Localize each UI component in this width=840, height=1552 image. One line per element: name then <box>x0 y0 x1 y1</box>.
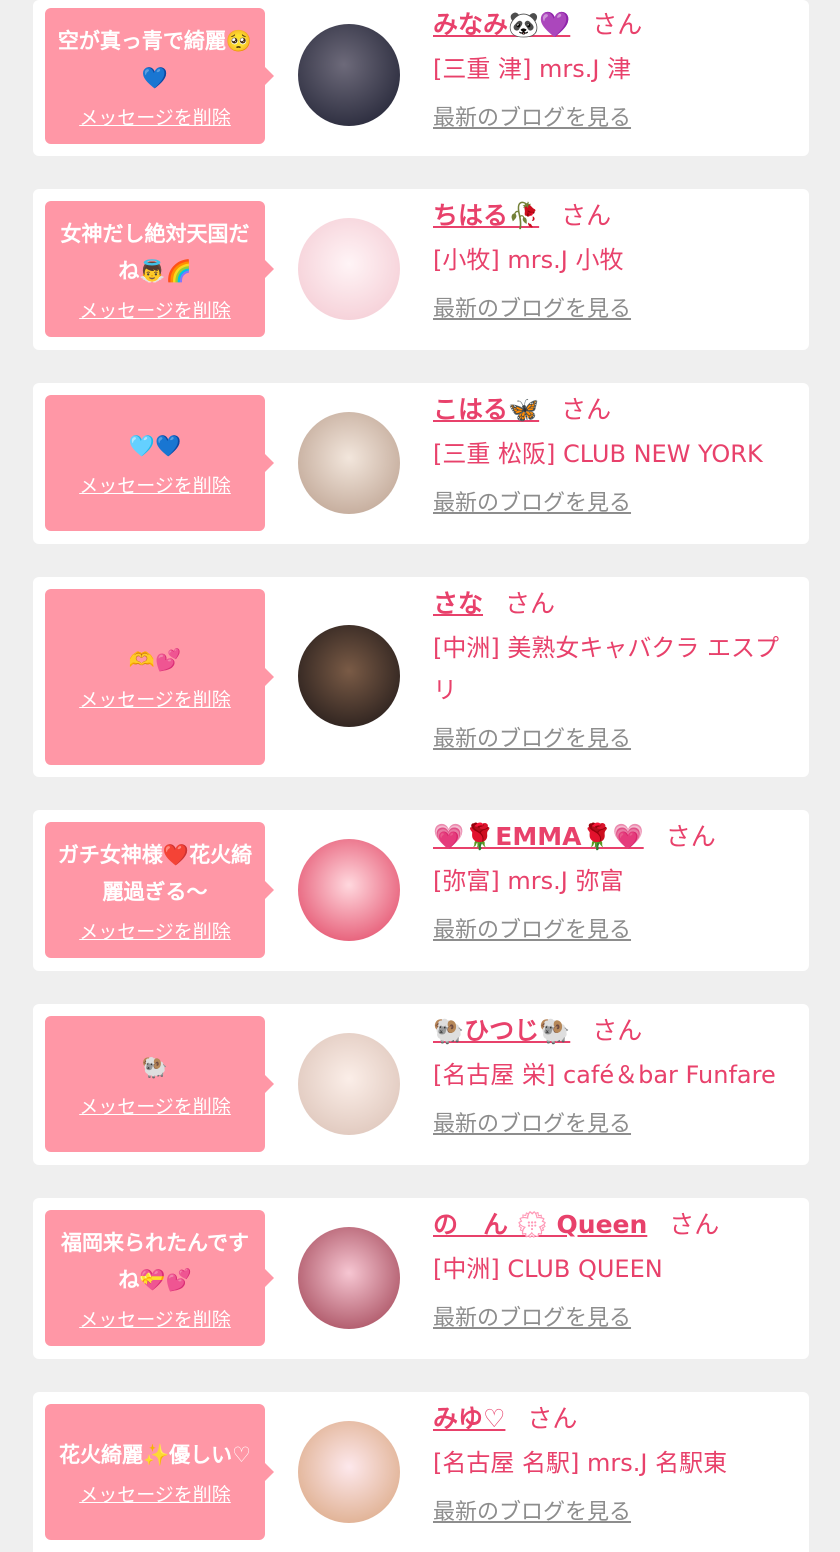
list-item: 女神だし絶対天国だね👼🌈 メッセージを削除 ちはる🥀 さん [小牧] mrs.J … <box>33 189 809 350</box>
list-item: 🩵💙 メッセージを削除 こはる🦋 さん [三重 松阪] CLUB NEW YORK… <box>33 383 809 544</box>
honorific: さん <box>665 822 716 851</box>
honorific: さん <box>527 1404 578 1433</box>
message-text: 女神だし絶対天国だね👼🌈 <box>60 221 250 283</box>
avatar[interactable] <box>298 1421 400 1523</box>
honorific: さん <box>561 395 612 424</box>
shop-name: [名古屋 名駅] mrs.J 名駅東 <box>433 1449 728 1477</box>
avatar[interactable] <box>298 1033 400 1135</box>
message-bubble: 福岡来られたんですね💝💕 メッセージを削除 <box>45 1210 274 1346</box>
list-item: ガチ女神様❤️花火綺麗過ぎる〜 メッセージを削除 💗🌹EMMA🌹💗 さん [弥富]… <box>33 810 809 971</box>
list-item: 🐏 メッセージを削除 🐏ひつじ🐏 さん [名古屋 栄] café＆bar Funf… <box>33 1004 809 1165</box>
cast-name-link[interactable]: 💗🌹EMMA🌹💗 <box>433 822 644 851</box>
message-bubble: 🫶💕 メッセージを削除 <box>45 589 274 765</box>
list-item: 🫶💕 メッセージを削除 さな さん [中洲] 美熟女キャバクラ エスプリ 最新のブ… <box>33 577 809 777</box>
delete-message-button[interactable]: メッセージを削除 <box>79 1305 231 1332</box>
latest-blog-link[interactable]: 最新のブログを見る <box>433 912 631 944</box>
message-text: ガチ女神様❤️花火綺麗過ぎる〜 <box>57 842 253 904</box>
honorific: さん <box>669 1210 720 1239</box>
list-item: 空が真っ青で綺麗🥺💙 メッセージを削除 みなみ🐼💜 さん [三重 津] mrs.J… <box>33 0 809 156</box>
latest-blog-link[interactable]: 最新のブログを見る <box>433 100 631 132</box>
cast-name-link[interactable]: こはる🦋 <box>433 395 539 424</box>
avatar[interactable] <box>298 625 400 727</box>
cast-name-link[interactable]: の ん 💮 Queen <box>433 1210 647 1239</box>
message-bubble: ガチ女神様❤️花火綺麗過ぎる〜 メッセージを削除 <box>45 822 274 958</box>
message-bubble: 🐏 メッセージを削除 <box>45 1016 274 1152</box>
delete-message-button[interactable]: メッセージを削除 <box>79 917 231 944</box>
cast-name-link[interactable]: 🐏ひつじ🐏 <box>433 1016 570 1045</box>
cast-name-link[interactable]: さな <box>433 589 483 618</box>
message-text: 🩵💙 <box>128 434 182 458</box>
avatar[interactable] <box>298 1227 400 1329</box>
shop-name: [名古屋 栄] café＆bar Funfare <box>433 1061 776 1089</box>
avatar[interactable] <box>298 412 400 514</box>
latest-blog-link[interactable]: 最新のブログを見る <box>433 1300 631 1332</box>
honorific: さん <box>592 10 643 39</box>
latest-blog-link[interactable]: 最新のブログを見る <box>433 1494 631 1526</box>
list-item: 花火綺麗✨優しい♡ メッセージを削除 みゆ♡ さん [名古屋 名駅] mrs.J … <box>33 1392 809 1552</box>
message-bubble: 花火綺麗✨優しい♡ メッセージを削除 <box>45 1404 274 1540</box>
message-text: 福岡来られたんですね💝💕 <box>61 1230 249 1292</box>
shop-name: [中洲] CLUB QUEEN <box>433 1255 663 1283</box>
latest-blog-link[interactable]: 最新のブログを見る <box>433 485 631 517</box>
shop-name: [三重 津] mrs.J 津 <box>433 55 632 83</box>
delete-message-button[interactable]: メッセージを削除 <box>79 1092 231 1119</box>
delete-message-button[interactable]: メッセージを削除 <box>79 1480 231 1507</box>
message-text: 🐏 <box>141 1055 169 1079</box>
message-text: 空が真っ青で綺麗🥺💙 <box>57 28 253 90</box>
delete-message-button[interactable]: メッセージを削除 <box>79 471 231 498</box>
list-item: 福岡来られたんですね💝💕 メッセージを削除 の ん 💮 Queen さん [中洲]… <box>33 1198 809 1359</box>
message-bubble: 空が真っ青で綺麗🥺💙 メッセージを削除 <box>45 8 274 144</box>
delete-message-button[interactable]: メッセージを削除 <box>79 685 231 712</box>
honorific: さん <box>592 1016 643 1045</box>
message-text: 🫶💕 <box>128 648 182 672</box>
message-text: 花火綺麗✨優しい♡ <box>59 1443 251 1467</box>
cast-name-link[interactable]: みなみ🐼💜 <box>433 10 570 39</box>
shop-name: [弥富] mrs.J 弥富 <box>433 867 624 895</box>
message-bubble: 🩵💙 メッセージを削除 <box>45 395 274 531</box>
honorific: さん <box>505 589 556 618</box>
avatar[interactable] <box>298 218 400 320</box>
honorific: さん <box>561 201 612 230</box>
cast-name-link[interactable]: みゆ♡ <box>433 1404 505 1433</box>
delete-message-button[interactable]: メッセージを削除 <box>79 296 231 323</box>
cast-name-link[interactable]: ちはる🥀 <box>433 201 539 230</box>
shop-name: [中洲] 美熟女キャバクラ エスプリ <box>433 634 779 704</box>
latest-blog-link[interactable]: 最新のブログを見る <box>433 721 631 753</box>
message-bubble: 女神だし絶対天国だね👼🌈 メッセージを削除 <box>45 201 274 337</box>
shop-name: [小牧] mrs.J 小牧 <box>433 246 624 274</box>
latest-blog-link[interactable]: 最新のブログを見る <box>433 291 631 323</box>
avatar[interactable] <box>298 24 400 126</box>
shop-name: [三重 松阪] CLUB NEW YORK <box>433 440 763 468</box>
delete-message-button[interactable]: メッセージを削除 <box>79 103 231 130</box>
avatar[interactable] <box>298 839 400 941</box>
latest-blog-link[interactable]: 最新のブログを見る <box>433 1106 631 1138</box>
